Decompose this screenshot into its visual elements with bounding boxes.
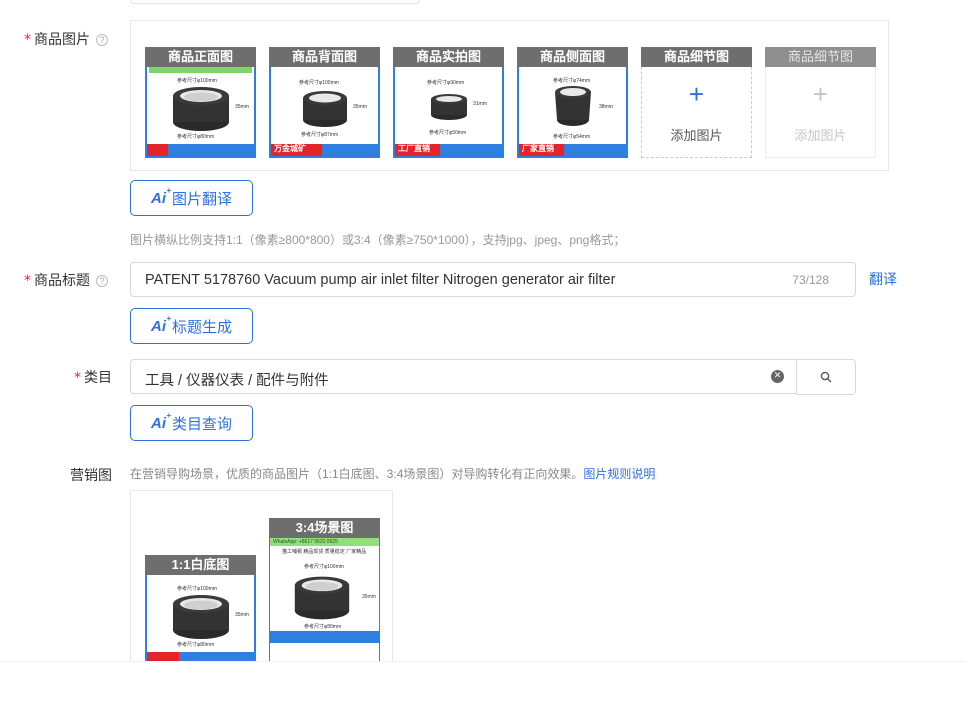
image-slot-detail-add[interactable]: 商品细节图 + 添加图片: [641, 47, 752, 158]
title-label-text: 商品标题: [34, 272, 90, 288]
dim-bottom-label: 参考尺寸φ54mm: [553, 134, 591, 140]
ai-icon: Ai +: [150, 185, 171, 207]
clear-icon[interactable]: ✕: [771, 370, 784, 383]
slot-caption: 商品细节图: [641, 47, 752, 67]
filter-image: [172, 594, 229, 639]
dim-bottom-label: 参考尺寸φ50mm: [429, 130, 467, 136]
dim-side-label: 35mm: [362, 594, 376, 600]
image-slot-real[interactable]: 参考尺寸φ90mm 31mm 参考尺寸φ50mm 工厂直销 商品实拍图: [393, 47, 504, 158]
help-icon[interactable]: ?: [96, 34, 108, 46]
required-mark: *: [24, 32, 31, 48]
translate-link[interactable]: 翻译: [869, 269, 897, 289]
filter-image: [172, 86, 229, 131]
images-label-text: 商品图片: [34, 31, 90, 47]
dim-bottom-label: 参考尺寸φ87mm: [301, 132, 339, 138]
marketing-label: 营销图: [70, 467, 112, 483]
marketing-scene-image[interactable]: WhatsApp: +8617 9520 0625 猫工哺顿 精品现货 质量稳定…: [269, 518, 380, 666]
marketing-caption: 1:1白底图: [145, 555, 256, 575]
photo-banner: [149, 67, 252, 73]
title-input[interactable]: PATENT 5178760 Vacuum pump air inlet fil…: [130, 262, 856, 297]
filter-image: [302, 90, 347, 127]
dim-side-label: 38mm: [599, 104, 613, 110]
image-format-hint: 图片横纵比例支持1:1（像素≥800*800）或3:4（像素≥750*1000）…: [130, 233, 626, 247]
category-label: * 类目: [74, 367, 112, 387]
footer-text: 工厂直销: [398, 144, 430, 153]
filter-image: [554, 85, 591, 126]
slot-caption: 商品实拍图: [393, 47, 504, 67]
dim-top-label: 参考尺寸φ100mm: [304, 564, 344, 570]
category-value: 工具 / 仪器仪表 / 配件与附件: [145, 373, 329, 389]
page-bottom-area: [0, 661, 966, 706]
dim-bottom-label: 参考尺寸φ80mm: [304, 624, 342, 630]
dim-side-label: 31mm: [473, 101, 487, 107]
plus-icon: +: [812, 79, 829, 109]
marketing-hint: 在营销导购场景，优质的商品图片（1:1白底图、3:4场景图）对导购转化有正向效果…: [130, 465, 655, 482]
add-image-label: 添加图片: [794, 128, 847, 143]
category-label-text: 类目: [84, 369, 112, 385]
filter-image: [430, 93, 467, 120]
title-value: PATENT 5178760 Vacuum pump air inlet fil…: [145, 272, 616, 288]
marketing-hint-text: 在营销导购场景，优质的商品图片（1:1白底图、3:4场景图）对导购转化有正向效果…: [130, 467, 584, 481]
ai-icon: Ai +: [150, 410, 171, 432]
dim-bottom-label: 参考尺寸φ80mm: [177, 134, 215, 140]
image-translate-button[interactable]: Ai + 图片翻译: [130, 180, 253, 216]
category-search-button[interactable]: [796, 359, 856, 395]
slot-caption: 商品侧面图: [517, 47, 628, 67]
slot-caption: 商品正面图: [145, 47, 256, 67]
required-mark: *: [24, 273, 31, 289]
previous-field-stub: [130, 0, 420, 4]
title-label: * 商品标题?: [24, 270, 108, 290]
product-photo: WhatsApp: +8617 9520 0625 猫工哺顿 精品现货 质量稳定…: [269, 518, 380, 666]
category-query-label: 类目查询: [171, 415, 232, 433]
image-slot-side[interactable]: 参考尺寸φ74mm 38mm 参考尺寸φ54mm 厂家直销 商品侧面图: [517, 47, 628, 158]
footer-text: 厂家直销: [522, 144, 554, 153]
marketing-caption: 3:4场景图: [269, 518, 380, 538]
filter-image: [294, 576, 350, 620]
photo-footer: [270, 631, 379, 643]
required-mark: *: [74, 370, 81, 386]
help-icon[interactable]: ?: [96, 275, 108, 287]
slot-caption: 商品背面图: [269, 47, 380, 67]
image-translate-label: 图片翻译: [171, 190, 232, 208]
title-generate-button[interactable]: Ai + 标题生成: [130, 308, 253, 344]
title-char-counter: 73/128: [792, 273, 829, 287]
dim-side-label: 35mm: [353, 104, 367, 110]
images-label: * 商品图片?: [24, 29, 108, 49]
image-slot-detail-disabled: 商品细节图 + 添加图片: [765, 47, 876, 158]
dim-top-label: 参考尺寸φ90mm: [427, 80, 465, 86]
category-query-button[interactable]: Ai + 类目查询: [130, 405, 253, 441]
search-icon: [820, 371, 832, 383]
marketing-square-image[interactable]: 参考尺寸φ100mm 35mm 参考尺寸φ80mm 1:1白底图: [145, 555, 256, 666]
add-image-label: 添加图片: [670, 128, 723, 143]
image-rules-link[interactable]: 图片规则说明: [583, 467, 655, 481]
plus-icon: +: [688, 79, 705, 109]
product-images-panel: 参考尺寸φ100mm 35mm 参考尺寸φ80mm 商品正面图 参考尺寸φ100…: [130, 20, 889, 171]
footer-text: 万金城矿: [274, 144, 306, 153]
dim-side-label: 35mm: [235, 612, 249, 618]
dim-bottom-label: 参考尺寸φ80mm: [177, 642, 215, 648]
image-slot-front[interactable]: 参考尺寸φ100mm 35mm 参考尺寸φ80mm 商品正面图: [145, 47, 256, 158]
category-input[interactable]: 工具 / 仪器仪表 / 配件与附件: [130, 359, 797, 394]
photo-footer-badge: [147, 144, 169, 156]
slot-caption: 商品细节图: [765, 47, 876, 67]
marketing-images-panel: 参考尺寸φ100mm 35mm 参考尺寸φ80mm 1:1白底图 WhatsAp…: [130, 490, 393, 670]
title-generate-label: 标题生成: [171, 318, 232, 336]
scene-subtitle: 猫工哺顿 精品现货 质量稳定 厂家精品: [282, 549, 367, 555]
image-slot-back[interactable]: 参考尺寸φ100mm 35mm 参考尺寸φ87mm 万金城矿 商品背面图: [269, 47, 380, 158]
dim-side-label: 35mm: [235, 104, 249, 110]
scene-banner: WhatsApp: +8617 9520 0625: [270, 538, 379, 546]
ai-icon: Ai +: [150, 313, 171, 335]
